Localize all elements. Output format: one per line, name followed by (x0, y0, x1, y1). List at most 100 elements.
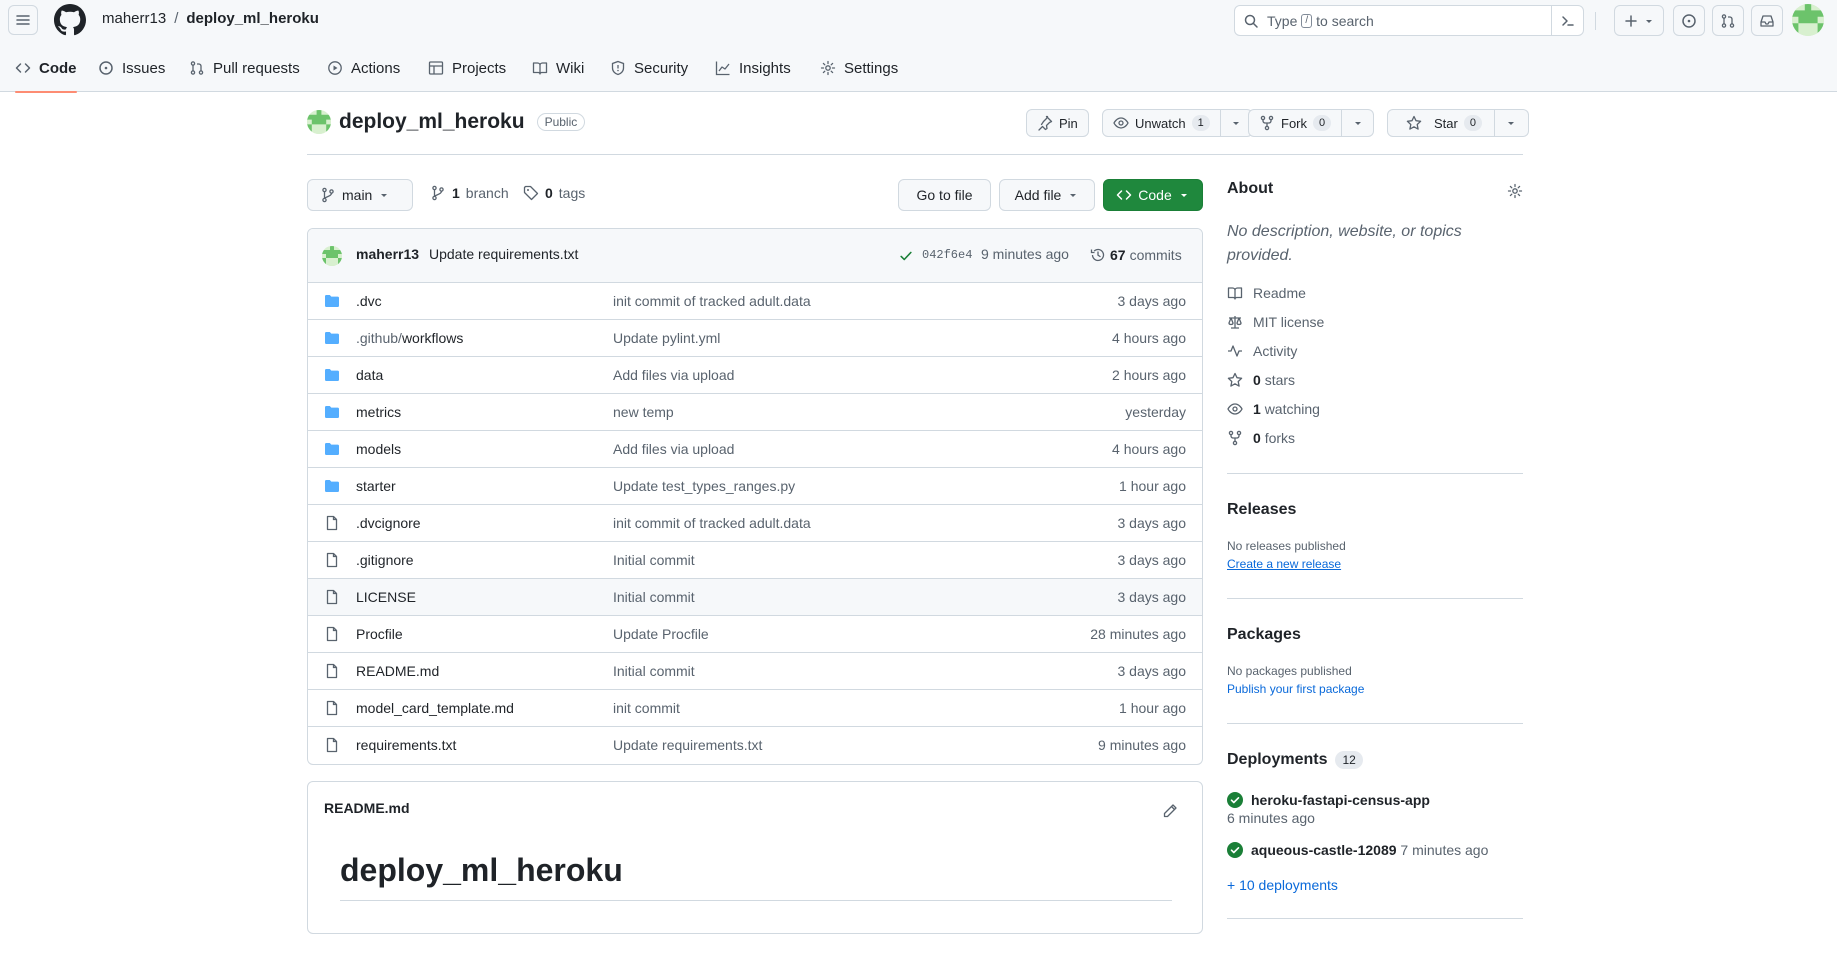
search-input[interactable]: Type / to search (1234, 5, 1584, 36)
file-commit-message-link[interactable]: Initial commit (613, 552, 695, 568)
unwatch-button[interactable]: Unwatch 1 (1102, 109, 1221, 137)
commits-history-link[interactable]: 67 commits (1090, 247, 1182, 263)
table-row[interactable]: Procfile Update Procfile 28 minutes ago (308, 616, 1202, 653)
breadcrumb-repo-link[interactable]: deploy_ml_heroku (186, 10, 319, 27)
file-name-link[interactable]: .github/workflows (356, 330, 463, 346)
eye-icon (1113, 117, 1129, 129)
table-row[interactable]: requirements.txt Update requirements.txt 9… (308, 727, 1202, 764)
tab-actions[interactable]: Actions (327, 44, 400, 92)
code-dropdown-button[interactable]: Code (1103, 179, 1203, 211)
pencil-icon[interactable] (1162, 803, 1178, 819)
packages-heading[interactable]: Packages (1227, 626, 1301, 644)
table-row[interactable]: metrics new temp yesterday (308, 394, 1202, 431)
forks-link[interactable]: 0 forks (1227, 430, 1295, 446)
file-commit-message-link[interactable]: new temp (613, 404, 674, 420)
table-row[interactable]: models Add files via upload 4 hours ago (308, 431, 1202, 468)
watchers-link[interactable]: 1 watching (1227, 401, 1320, 417)
file-commit-age: 4 hours ago (1112, 441, 1186, 457)
inbox-button[interactable] (1751, 5, 1783, 36)
tab-issues[interactable]: Issues (98, 44, 165, 92)
readme-link[interactable]: Readme (1227, 285, 1306, 301)
command-palette-button[interactable] (1551, 5, 1583, 36)
table-row[interactable]: .dvc init commit of tracked adult.data 3 d… (308, 283, 1202, 320)
pin-button[interactable]: Pin (1026, 109, 1089, 137)
file-commit-message-link[interactable]: Initial commit (613, 663, 695, 679)
branches-link[interactable]: 1 branch (430, 185, 509, 201)
license-link[interactable]: MIT license (1227, 314, 1324, 330)
table-row[interactable]: starter Update test_types_ranges.py 1 hour… (308, 468, 1202, 505)
file-name-link[interactable]: README.md (356, 663, 439, 679)
tab-security[interactable]: Security (610, 44, 688, 92)
sidebar-divider (1227, 918, 1523, 919)
file-name-link[interactable]: requirements.txt (356, 737, 456, 753)
file-name-link[interactable]: models (356, 441, 401, 457)
file-name-link[interactable]: starter (356, 478, 396, 494)
commit-author-link[interactable]: maherr13 (356, 246, 419, 262)
file-commit-message-link[interactable]: init commit of tracked adult.data (613, 293, 811, 309)
file-name-link[interactable]: Procfile (356, 626, 403, 642)
pull-requests-shortcut-button[interactable] (1712, 5, 1744, 36)
commit-sha-link[interactable]: 042f6e4 (922, 248, 972, 262)
deployments-heading[interactable]: Deployments 12 (1227, 751, 1363, 769)
table-row[interactable]: .dvcignore init commit of tracked adult.d… (308, 505, 1202, 542)
file-commit-message-link[interactable]: Initial commit (613, 589, 695, 605)
branch-selector[interactable]: main (307, 179, 413, 211)
file-commit-message-link[interactable]: Add files via upload (613, 441, 734, 457)
table-row[interactable]: model_card_template.md init commit 1 hour … (308, 690, 1202, 727)
file-name-link[interactable]: data (356, 367, 383, 383)
more-deployments-link[interactable]: + 10 deployments (1227, 877, 1338, 893)
go-to-file-button[interactable]: Go to file (898, 179, 991, 211)
file-commit-message-link[interactable]: init commit of tracked adult.data (613, 515, 811, 531)
file-name-link[interactable]: metrics (356, 404, 401, 420)
file-name-link[interactable]: .dvc (356, 293, 382, 309)
file-name-link[interactable]: .gitignore (356, 552, 414, 568)
table-row[interactable]: data Add files via upload 2 hours ago (308, 357, 1202, 394)
check-icon[interactable] (899, 249, 913, 263)
add-file-button[interactable]: Add file (999, 179, 1095, 211)
create-new-button[interactable] (1614, 5, 1664, 36)
tab-insights[interactable]: Insights (715, 44, 791, 92)
deployment-name[interactable]: heroku-fastapi-census-app (1251, 792, 1430, 808)
tab-settings[interactable]: Settings (820, 44, 898, 92)
file-commit-message-link[interactable]: Update Procfile (613, 626, 709, 642)
user-avatar[interactable] (1792, 4, 1824, 36)
file-name-link[interactable]: LICENSE (356, 589, 416, 605)
commit-count: 67 (1110, 247, 1126, 263)
fork-dropdown-button[interactable] (1342, 109, 1375, 137)
tab-projects[interactable]: Projects (428, 44, 506, 92)
tab-wiki[interactable]: Wiki (532, 44, 584, 92)
deployment-name[interactable]: aqueous-castle-12089 (1251, 842, 1397, 858)
file-name-link[interactable]: .dvcignore (356, 515, 421, 531)
fork-button[interactable]: Fork 0 (1248, 109, 1343, 137)
breadcrumb-owner-link[interactable]: maherr13 (102, 10, 166, 27)
hamburger-menu-button[interactable] (8, 5, 38, 35)
repo-owner-avatar[interactable] (307, 110, 331, 134)
commit-author-avatar[interactable] (322, 246, 342, 266)
commit-message-link[interactable]: Update requirements.txt (429, 246, 578, 262)
readme-file-link[interactable]: README.md (324, 800, 410, 816)
table-row[interactable]: .github/workflows Update pylint.yml 4 hour… (308, 320, 1202, 357)
file-commit-message-link[interactable]: Add files via upload (613, 367, 734, 383)
github-logo[interactable] (54, 4, 86, 36)
tab-code[interactable]: Code (15, 44, 77, 93)
star-button[interactable]: Star 0 (1387, 109, 1495, 137)
tags-link[interactable]: 0 tags (523, 185, 585, 201)
create-release-link[interactable]: Create a new release (1227, 557, 1341, 571)
file-name-link[interactable]: model_card_template.md (356, 700, 514, 716)
file-commit-message-link[interactable]: Update pylint.yml (613, 330, 720, 346)
file-commit-message-link[interactable]: Update test_types_ranges.py (613, 478, 795, 494)
table-row[interactable]: .gitignore Initial commit 3 days ago (308, 542, 1202, 579)
releases-heading[interactable]: Releases (1227, 501, 1296, 519)
file-commit-message-link[interactable]: Update requirements.txt (613, 737, 762, 753)
stars-link[interactable]: 0 stars (1227, 372, 1295, 388)
tab-pull-requests[interactable]: Pull requests (189, 44, 300, 92)
gear-icon[interactable] (1507, 183, 1523, 199)
star-dropdown-button[interactable] (1494, 109, 1529, 137)
file-commit-message-link[interactable]: init commit (613, 700, 680, 716)
table-row[interactable]: LICENSE Initial commit 3 days ago (308, 579, 1202, 616)
publish-package-link[interactable]: Publish your first package (1227, 682, 1364, 696)
repo-name-link[interactable]: deploy_ml_heroku (339, 110, 525, 134)
activity-link[interactable]: Activity (1227, 343, 1297, 359)
table-row[interactable]: README.md Initial commit 3 days ago (308, 653, 1202, 690)
issues-shortcut-button[interactable] (1673, 5, 1705, 36)
